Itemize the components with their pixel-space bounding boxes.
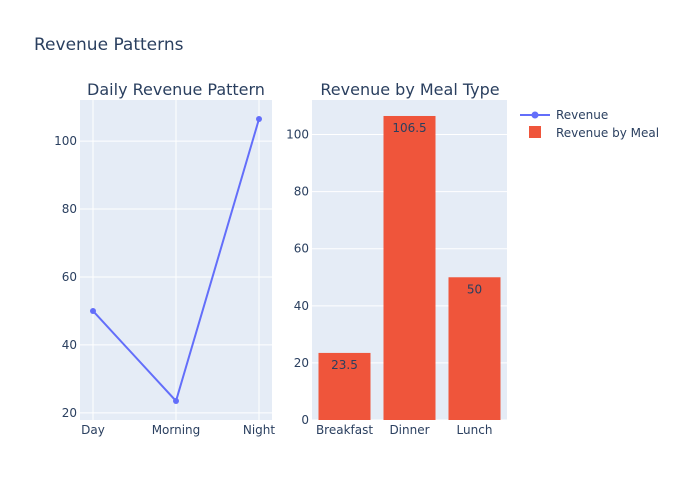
meal-bar-value-label: 50 [467,282,482,296]
chart-figure: Revenue Patterns 20 40 60 80 100 Day Morning N… [0,0,675,500]
bar-y-tick-label: 100 [286,128,309,142]
line-subplot: 20 40 60 80 100 Day Morning Night Daily Revenu… [54,80,275,437]
bar-y-tick-label: 40 [294,299,309,313]
bar-subplot: 0 20 40 60 80 100 Breakfast Dinner Lunch 23.5 10… [286,80,507,437]
figure-title: Revenue Patterns [34,35,184,55]
legend-item-revenue-by-meal[interactable]: Revenue by Meal [529,126,659,140]
bar-x-tick-label: Breakfast [316,423,373,437]
chart-svg: Revenue Patterns 20 40 60 80 100 Day Morning N… [34,35,659,437]
bar-x-tick-label: Lunch [457,423,493,437]
meal-bar-value-label: 23.5 [331,358,358,372]
line-x-tick-label: Day [81,423,105,437]
revenue-point [173,397,179,404]
line-y-tick-label: 60 [62,270,77,284]
bar-y-tick-label: 20 [294,356,309,370]
line-y-tick-label: 100 [54,134,77,148]
revenue-point [90,307,96,314]
bar-y-ticks: 0 20 40 60 80 100 [286,128,309,427]
line-y-tick-label: 20 [62,406,77,420]
legend-label-revenue: Revenue [556,108,608,122]
line-x-tick-label: Morning [152,423,201,437]
line-y-ticks: 20 40 60 80 100 [54,134,77,420]
meal-bar-value-label: 106.5 [392,121,426,135]
legend: Revenue Revenue by Meal [520,108,659,140]
revenue-point [256,116,262,123]
bar-y-tick-label: 80 [294,185,309,199]
bar-x-tick-label: Dinner [389,423,429,437]
line-x-ticks: Day Morning Night [81,423,275,437]
line-x-tick-label: Night [243,423,276,437]
legend-square-swatch [529,126,541,138]
legend-label-revenue-by-meal: Revenue by Meal [556,126,659,140]
meal-bar [448,277,501,420]
bar-y-tick-label: 0 [301,413,309,427]
line-y-tick-label: 40 [62,338,77,352]
meal-bar [383,115,436,421]
line-y-tick-label: 80 [62,202,77,216]
legend-marker-swatch [531,111,539,119]
legend-item-revenue[interactable]: Revenue [520,108,608,122]
bar-x-ticks: Breakfast Dinner Lunch [316,423,493,437]
bar-y-tick-label: 60 [294,242,309,256]
line-subplot-title: Daily Revenue Pattern [87,80,265,99]
bar-subplot-title: Revenue by Meal Type [320,80,499,99]
